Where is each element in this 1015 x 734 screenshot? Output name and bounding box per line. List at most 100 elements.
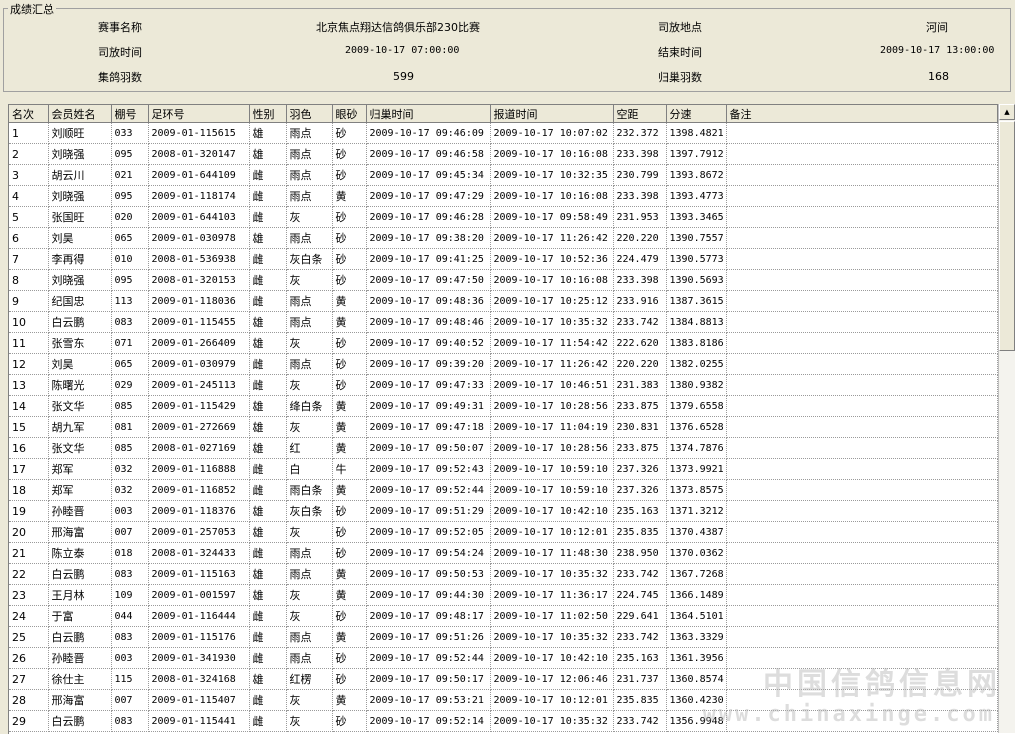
table-row[interactable]: 12 刘昊 065 2009-01-030979 雌雨点砂 2009-10-17 09:3…: [9, 353, 998, 375]
column-header[interactable]: 归巢时间: [366, 105, 491, 123]
table-cell: 雌: [249, 290, 287, 312]
table-cell: 2008-01-320147: [148, 143, 250, 165]
table-cell: 010: [111, 248, 149, 270]
table-row[interactable]: 24 于富 044 2009-01-116444 雌灰砂 2009-10-17 09:48…: [9, 605, 998, 627]
table-cell: 2008-01-324433: [148, 542, 250, 564]
table-cell: 2009-10-17 09:58:49: [490, 206, 614, 228]
table-row[interactable]: 17 郑军 032 2009-01-116888 雌白牛 2009-10-17 09:52…: [9, 458, 998, 480]
table-row[interactable]: 25 白云鹏 083 2009-01-115176 雌雨点黄 2009-10-17 09:…: [9, 626, 998, 648]
table-cell: 2009-10-17 11:36:17: [490, 584, 614, 606]
table-cell: 1376.6528: [666, 416, 727, 438]
table-cell: 黄: [332, 689, 367, 711]
table-row[interactable]: 20 邢海富 007 2009-01-257053 雄灰砂 2009-10-17 09:5…: [9, 521, 998, 543]
table-row[interactable]: 7 李再得 010 2008-01-536938 雌灰白条砂 2009-10-17 09:…: [9, 248, 998, 270]
table-cell: 9: [9, 290, 49, 312]
table-cell: 雌: [249, 647, 287, 669]
column-header[interactable]: 会员姓名: [48, 105, 112, 123]
column-header[interactable]: 足环号: [148, 105, 250, 123]
table-row[interactable]: 10 白云鹏 083 2009-01-115455 雄雨点黄 2009-10-17 09:…: [9, 311, 998, 333]
table-cell: 2009-01-118376: [148, 500, 250, 522]
table-cell: 雌: [249, 206, 287, 228]
table-cell: 2008-01-320153: [148, 269, 250, 291]
table-cell: 2009-10-17 10:59:10: [490, 479, 614, 501]
table-cell: 2009-10-17 09:38:20: [366, 227, 491, 249]
table-row[interactable]: 1 刘顺旺 033 2009-01-115615 雄雨点砂 2009-10-17 09:4…: [9, 122, 998, 144]
table-cell: 2009-01-115441: [148, 710, 250, 732]
table-cell: 231.953: [613, 206, 667, 228]
table-cell: 2009-01-118036: [148, 290, 250, 312]
table-row[interactable]: 23 王月林 109 2009-01-001597 雄灰黄 2009-10-17 09:4…: [9, 584, 998, 606]
table-cell: 2009-01-341930: [148, 647, 250, 669]
column-header[interactable]: 备注: [726, 105, 998, 123]
table-row[interactable]: 28 邢海富 007 2009-01-115407 雌灰黄 2009-10-17 09:5…: [9, 689, 998, 711]
table-row[interactable]: 5 张国旺 020 2009-01-644103 雌灰砂 2009-10-17 09:46…: [9, 206, 998, 228]
table-cell: 3: [9, 164, 49, 186]
column-header[interactable]: 羽色: [286, 105, 333, 123]
table-row[interactable]: 21 陈立泰 018 2008-01-324433 雌雨点砂 2009-10-17 09:…: [9, 542, 998, 564]
table-cell: [726, 710, 998, 732]
table-cell: 砂: [332, 668, 367, 690]
table-cell: 2009-10-17 10:32:35: [490, 164, 614, 186]
table-cell: 033: [111, 122, 149, 144]
table-row[interactable]: 19 孙睦晋 003 2009-01-118376 雄灰白条砂 2009-10-17 09…: [9, 500, 998, 522]
column-header[interactable]: 空距: [613, 105, 667, 123]
table-cell: [726, 563, 998, 585]
table-cell: 刘晓强: [48, 143, 112, 165]
column-header[interactable]: 棚号: [111, 105, 149, 123]
table-cell: 007: [111, 689, 149, 711]
table-cell: 2009-10-17 10:35:32: [490, 626, 614, 648]
table-cell: [726, 458, 998, 480]
scrollbar-thumb[interactable]: [999, 121, 1015, 351]
table-row[interactable]: 4 刘晓强 095 2009-01-118174 雌雨点黄 2009-10-17 09:4…: [9, 185, 998, 207]
table-cell: 1360.4230: [666, 689, 727, 711]
table-cell: 224.479: [613, 248, 667, 270]
column-header[interactable]: 名次: [9, 105, 49, 123]
table-row[interactable]: 11 张雪东 071 2009-01-266409 雄灰砂 2009-10-17 09:4…: [9, 332, 998, 354]
table-row[interactable]: 2 刘晓强 095 2008-01-320147 雄雨点砂 2009-10-17 09:4…: [9, 143, 998, 165]
table-cell: 2009-10-17 09:50:07: [366, 437, 491, 459]
table-cell: 雨点: [286, 290, 333, 312]
table-row[interactable]: 3 胡云川 021 2009-01-644109 雌雨点砂 2009-10-17 09:4…: [9, 164, 998, 186]
table-cell: 2009-01-115176: [148, 626, 250, 648]
table-header-row: 名次 会员姓名 棚号 足环号 性别 羽色 眼砂 归巢时间 报道时间 空距 分速 备注: [9, 105, 998, 123]
table-cell: 黄: [332, 311, 367, 333]
column-header[interactable]: 性别: [249, 105, 287, 123]
table-cell: 220.220: [613, 227, 667, 249]
column-header[interactable]: 眼砂: [332, 105, 367, 123]
table-row[interactable]: 18 郑军 032 2009-01-116852 雌雨白条黄 2009-10-17 09:…: [9, 479, 998, 501]
table-row[interactable]: 29 白云鹏 083 2009-01-115441 雌灰砂 2009-10-17 09:5…: [9, 710, 998, 732]
table-cell: 2009-01-115455: [148, 311, 250, 333]
table-row[interactable]: 9 纪国忠 113 2009-01-118036 雌雨点黄 2009-10-17 09:4…: [9, 290, 998, 312]
table-cell: 109: [111, 584, 149, 606]
table-cell: 雨点: [286, 311, 333, 333]
table-row[interactable]: 27 徐仕主 115 2008-01-324168 雄红楞砂 2009-10-17 09:…: [9, 668, 998, 690]
table-cell: 2009-10-17 09:54:24: [366, 542, 491, 564]
table-cell: 233.875: [613, 395, 667, 417]
table-row[interactable]: 15 胡九军 081 2009-01-272669 雄灰黄 2009-10-17 09:4…: [9, 416, 998, 438]
table-row[interactable]: 8 刘晓强 095 2008-01-320153 雌灰砂 2009-10-17 09:47…: [9, 269, 998, 291]
table-row[interactable]: 13 陈曙光 029 2009-01-245113 雌灰砂 2009-10-17 09:4…: [9, 374, 998, 396]
scroll-up-arrow-icon[interactable]: ▲: [999, 104, 1015, 120]
table-cell: 018: [111, 542, 149, 564]
table-row[interactable]: 16 张文华 085 2008-01-027169 雄红黄 2009-10-17 09:5…: [9, 437, 998, 459]
table-cell: 113: [111, 290, 149, 312]
table-cell: 雌: [249, 164, 287, 186]
table-row[interactable]: 14 张文华 085 2009-01-115429 雄绛白条黄 2009-10-17 09…: [9, 395, 998, 417]
table-cell: 雌: [249, 479, 287, 501]
results-grid[interactable]: 名次 会员姓名 棚号 足环号 性别 羽色 眼砂 归巢时间 报道时间 空距 分速 备注 1 刘顺旺 033 2…: [8, 104, 1015, 734]
table-row[interactable]: 22 白云鹏 083 2009-01-115163 雄雨点黄 2009-10-17 09:…: [9, 563, 998, 585]
column-header[interactable]: 报道时间: [490, 105, 614, 123]
column-header[interactable]: 分速: [666, 105, 727, 123]
table-cell: 灰: [286, 416, 333, 438]
table-row[interactable]: 26 孙睦晋 003 2009-01-341930 雌雨点砂 2009-10-17 09:…: [9, 647, 998, 669]
table-cell: 2009-10-17 10:16:08: [490, 143, 614, 165]
table-row[interactable]: 6 刘昊 065 2009-01-030978 雄雨点砂 2009-10-17 09:38…: [9, 227, 998, 249]
table-cell: 黄: [332, 290, 367, 312]
table-cell: 2009-01-115615: [148, 122, 250, 144]
vertical-scrollbar[interactable]: ▲: [998, 104, 1015, 733]
table-cell: [726, 689, 998, 711]
table-cell: 2009-01-644103: [148, 206, 250, 228]
table-cell: 021: [111, 164, 149, 186]
table-cell: 071: [111, 332, 149, 354]
table-cell: 砂: [332, 374, 367, 396]
